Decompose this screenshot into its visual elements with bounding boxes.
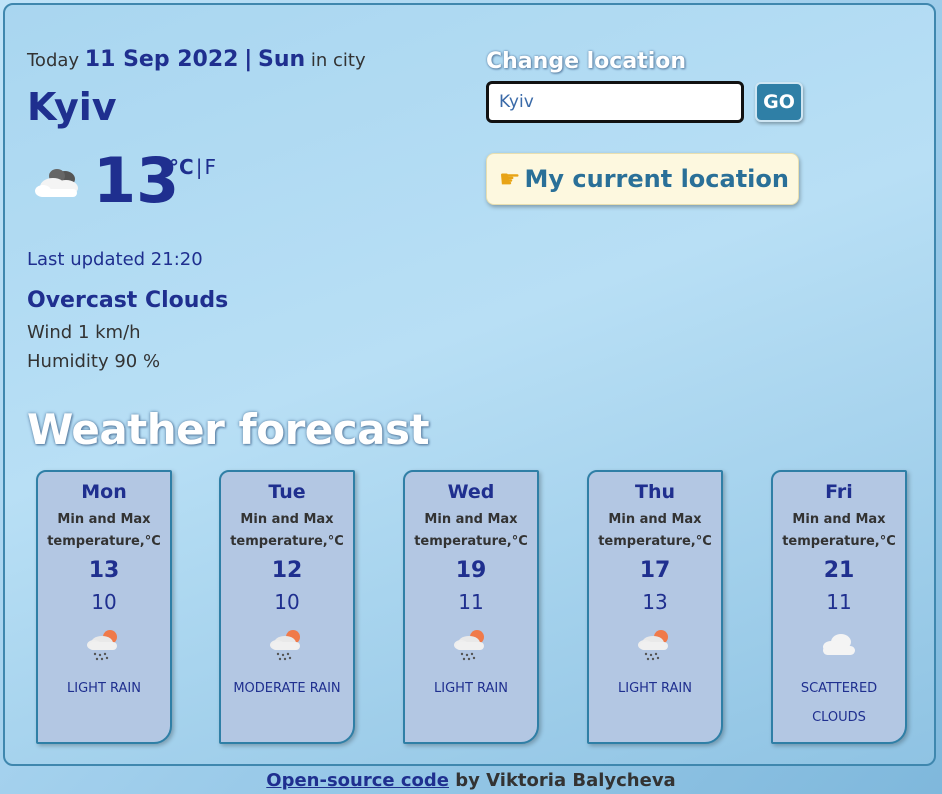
forecast-card-thu: Thu Min and Max temperature,°C 17 13 LIG… <box>587 470 723 744</box>
minmax-label: Min and Max temperature,°C <box>414 512 528 549</box>
change-location-label: Change location <box>486 49 687 74</box>
min-temp: 10 <box>274 590 300 614</box>
max-temp: 13 <box>88 558 120 583</box>
author-credit: by Viktoria Balycheva <box>449 770 676 791</box>
forecast-condition: LIGHT RAIN <box>434 681 508 696</box>
forecast-card-fri: Fri Min and Max temperature,°C 21 11 SCA… <box>771 470 907 744</box>
unit-separator: | <box>195 155 203 179</box>
open-source-link[interactable]: Open-source code <box>266 770 449 791</box>
overcast-cloud-icon <box>33 165 83 201</box>
max-temp: 17 <box>639 558 671 583</box>
min-temp: 13 <box>642 590 668 614</box>
weather-description: Overcast Clouds <box>27 288 229 313</box>
forecast-condition: MODERATE RAIN <box>233 681 341 696</box>
wind-speed: Wind 1 km/h <box>27 322 141 343</box>
today-prefix: Today <box>27 50 80 71</box>
in-city-label: in city <box>310 50 366 71</box>
forecast-condition: SCATTERED CLOUDS <box>800 681 878 725</box>
minmax-label: Min and Max temperature,°C <box>782 512 896 549</box>
forecast-title: Weather forecast <box>27 405 430 454</box>
forecast-day: Wed <box>447 481 495 503</box>
forecast-condition: LIGHT RAIN <box>618 681 692 696</box>
city-search-input[interactable] <box>486 81 744 123</box>
weather-app: Today 11 Sep 2022 | Sun in city Kyiv 13 … <box>3 3 936 766</box>
current-date: 11 Sep 2022 <box>84 47 239 72</box>
forecast-day: Mon <box>81 481 127 503</box>
pointing-hand-icon: ☛ <box>499 165 521 193</box>
max-temp: 21 <box>823 558 855 583</box>
unit-switch: °C | F <box>169 155 216 179</box>
current-temperature: 13 <box>93 144 180 217</box>
forecast-cards: Mon Min and Max temperature,°C 13 10 LIG… <box>5 470 938 746</box>
celsius-link[interactable]: °C <box>169 155 194 179</box>
rain-cloud-sun-icon <box>635 626 675 662</box>
fahrenheit-link[interactable]: F <box>204 155 216 179</box>
forecast-card-mon: Mon Min and Max temperature,°C 13 10 LIG… <box>36 470 172 744</box>
minmax-label: Min and Max temperature,°C <box>230 512 344 549</box>
rain-cloud-sun-icon <box>84 626 124 662</box>
minmax-label: Min and Max temperature,°C <box>598 512 712 549</box>
max-temp: 19 <box>455 558 487 583</box>
go-button[interactable]: GO <box>755 82 803 122</box>
forecast-day: Fri <box>825 481 853 503</box>
forecast-day: Thu <box>634 481 675 503</box>
max-temp: 12 <box>271 558 303 583</box>
today-line: Today 11 Sep 2022 | Sun in city <box>27 47 366 72</box>
min-temp: 11 <box>458 590 484 614</box>
cloud-icon <box>819 626 859 662</box>
footer: Open-source code by Viktoria Balycheva <box>0 770 942 791</box>
forecast-card-tue: Tue Min and Max temperature,°C 12 10 MOD… <box>219 470 355 744</box>
min-temp: 10 <box>91 590 117 614</box>
forecast-card-wed: Wed Min and Max temperature,°C 19 11 LIG… <box>403 470 539 744</box>
city-name: Kyiv <box>27 85 117 129</box>
min-temp: 11 <box>826 590 852 614</box>
rain-cloud-sun-icon <box>451 626 491 662</box>
forecast-day: Tue <box>268 481 306 503</box>
rain-cloud-sun-icon <box>267 626 307 662</box>
forecast-condition: LIGHT RAIN <box>67 681 141 696</box>
date-separator: | <box>244 47 253 72</box>
minmax-label: Min and Max temperature,°C <box>47 512 161 549</box>
current-day: Sun <box>258 47 306 72</box>
last-updated: Last updated 21:20 <box>27 249 203 270</box>
humidity: Humidity 90 % <box>27 351 161 372</box>
current-location-label: My current location <box>524 165 789 193</box>
current-location-button[interactable]: ☛ My current location <box>486 153 799 205</box>
